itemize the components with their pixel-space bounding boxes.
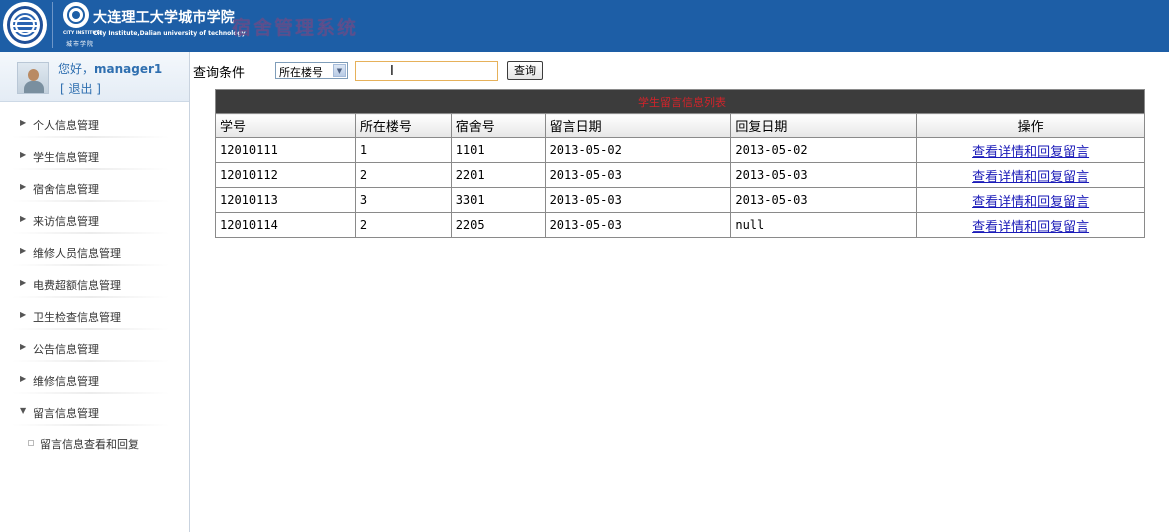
arrow-right-icon: ▶ [20,374,27,383]
school-sub-name: 城市学院 [66,41,95,48]
cell-reply-date: null [730,212,918,238]
app-header: 大连理工大学城市学院 CITY INSTITUTE City Institute… [0,0,1169,52]
view-reply-link[interactable]: 查看详情和回复留言 [972,195,1089,210]
arrow-right-icon: ▶ [20,214,27,223]
sidebar-item-hygiene-info[interactable]: ▶ 卫生检查信息管理 [0,300,189,332]
university-seal-logo [3,2,47,48]
sidebar-item-label: 个人信息管理 [33,119,99,132]
cell-message-date: 2013-05-03 [544,187,732,213]
cell-building: 3 [354,187,452,213]
school-name: 大连理工大学城市学院 [93,10,235,26]
view-reply-link[interactable]: 查看详情和回复留言 [972,220,1089,235]
sidebar-item-label: 公告信息管理 [33,343,99,356]
arrow-right-icon: ▶ [20,342,27,351]
cell-room: 1101 [450,137,546,163]
cell-room: 2201 [450,162,546,188]
cell-message-date: 2013-05-03 [544,162,732,188]
user-name: manager1 [94,62,163,76]
sidebar-item-visitor-info[interactable]: ▶ 来访信息管理 [0,204,189,236]
sidebar-item-personal-info[interactable]: ▶ 个人信息管理 [0,108,189,140]
arrow-down-icon: ▼ [20,406,27,415]
sidebar-item-label: 维修人员信息管理 [33,247,121,260]
sidebar-subitem-label: 留言信息查看和回复 [40,438,139,451]
table-row: 12010114 2 2205 2013-05-03 null 查看详情和回复留… [215,212,1145,238]
search-input[interactable]: I [355,61,498,81]
chevron-down-icon[interactable]: ▼ [333,64,346,77]
column-header: 学号 [215,113,356,138]
sidebar-item-label: 维修信息管理 [33,375,99,388]
view-reply-link[interactable]: 查看详情和回复留言 [972,145,1089,160]
cell-room: 3301 [450,187,546,213]
greeting: 您好，manager1 [58,60,162,77]
greeting-text: 您好， [58,62,95,76]
column-header: 宿舍号 [450,113,546,138]
sidebar-item-student-info[interactable]: ▶ 学生信息管理 [0,140,189,172]
column-header: 留言日期 [544,113,732,138]
cell-building: 2 [354,212,452,238]
sidebar-item-label: 留言信息管理 [33,407,99,420]
arrow-right-icon: ▶ [20,182,27,191]
cell-message-date: 2013-05-03 [544,212,732,238]
arrow-right-icon: ▶ [20,278,27,287]
sidebar-item-label: 宿舍信息管理 [33,183,99,196]
query-select-value: 所在楼号 [279,66,323,79]
arrow-right-icon: ▶ [20,310,27,319]
table-header-row: 学号 所在楼号 宿舍号 留言日期 回复日期 操作 [215,113,1145,138]
sidebar-item-notice-info[interactable]: ▶ 公告信息管理 [0,332,189,364]
sidebar-item-dorm-info[interactable]: ▶ 宿舍信息管理 [0,172,189,204]
sidebar-item-label: 卫生检查信息管理 [33,311,121,324]
cell-reply-date: 2013-05-03 [730,187,918,213]
sidebar-subitem-message-reply[interactable]: 留言信息查看和回复 [0,435,189,457]
arrow-right-icon: ▶ [20,246,27,255]
cell-student-id: 12010113 [215,187,356,213]
view-reply-link[interactable]: 查看详情和回复留言 [972,170,1089,185]
column-header: 回复日期 [730,113,918,138]
header-divider [52,2,53,48]
cell-action: 查看详情和回复留言 [916,162,1145,188]
text-cursor-icon: I [390,64,394,79]
sidebar-item-repair-staff-info[interactable]: ▶ 维修人员信息管理 [0,236,189,268]
table-caption: 学生留言信息列表 [215,89,1145,114]
cell-action: 查看详情和回复留言 [916,212,1145,238]
cell-student-id: 12010111 [215,137,356,163]
sidebar-item-label: 电费超额信息管理 [33,279,121,292]
cell-room: 2205 [450,212,546,238]
cell-reply-date: 2013-05-03 [730,162,918,188]
column-header: 所在楼号 [354,113,452,138]
sidebar-item-repair-info[interactable]: ▶ 维修信息管理 [0,364,189,396]
cell-reply-date: 2013-05-02 [730,137,918,163]
avatar [17,62,49,94]
system-title: 宿舍管理系统 [232,17,359,39]
arrow-right-icon: ▶ [20,118,27,127]
table-row: 12010112 2 2201 2013-05-03 2013-05-03 查看… [215,162,1145,188]
sidebar: 您好，manager1 [ 退出 ] ▶ 个人信息管理 ▶ 学生信息管理 ▶ 宿… [0,52,190,532]
arrow-right-icon: ▶ [20,150,27,159]
user-panel: 您好，manager1 [ 退出 ] [0,52,189,102]
cell-action: 查看详情和回复留言 [916,137,1145,163]
school-en-name: City Institute,Dalian university of tech… [93,30,246,37]
search-button[interactable]: 查询 [507,61,543,80]
cell-student-id: 12010112 [215,162,356,188]
institute-emblem-logo [63,2,89,28]
cell-message-date: 2013-05-02 [544,137,732,163]
sidebar-item-message-info[interactable]: ▼ 留言信息管理 [0,396,189,428]
query-label: 查询条件 [193,66,246,81]
sidebar-item-electricity-info[interactable]: ▶ 电费超额信息管理 [0,268,189,300]
cell-building: 2 [354,162,452,188]
table-row: 12010111 1 1101 2013-05-02 2013-05-02 查看… [215,137,1145,163]
message-table: 学生留言信息列表 学号 所在楼号 宿舍号 留言日期 回复日期 操作 120101… [215,89,1145,238]
sidebar-item-label: 来访信息管理 [33,215,99,228]
query-field-select[interactable]: 所在楼号 ▼ [275,62,348,79]
sidebar-item-label: 学生信息管理 [33,151,99,164]
cell-action: 查看详情和回复留言 [916,187,1145,213]
cell-building: 1 [354,137,452,163]
bullet-square-icon [28,440,34,446]
cell-student-id: 12010114 [215,212,356,238]
column-header: 操作 [916,113,1145,138]
table-row: 12010113 3 3301 2013-05-03 2013-05-03 查看… [215,187,1145,213]
logout-link[interactable]: [ 退出 ] [60,80,101,97]
